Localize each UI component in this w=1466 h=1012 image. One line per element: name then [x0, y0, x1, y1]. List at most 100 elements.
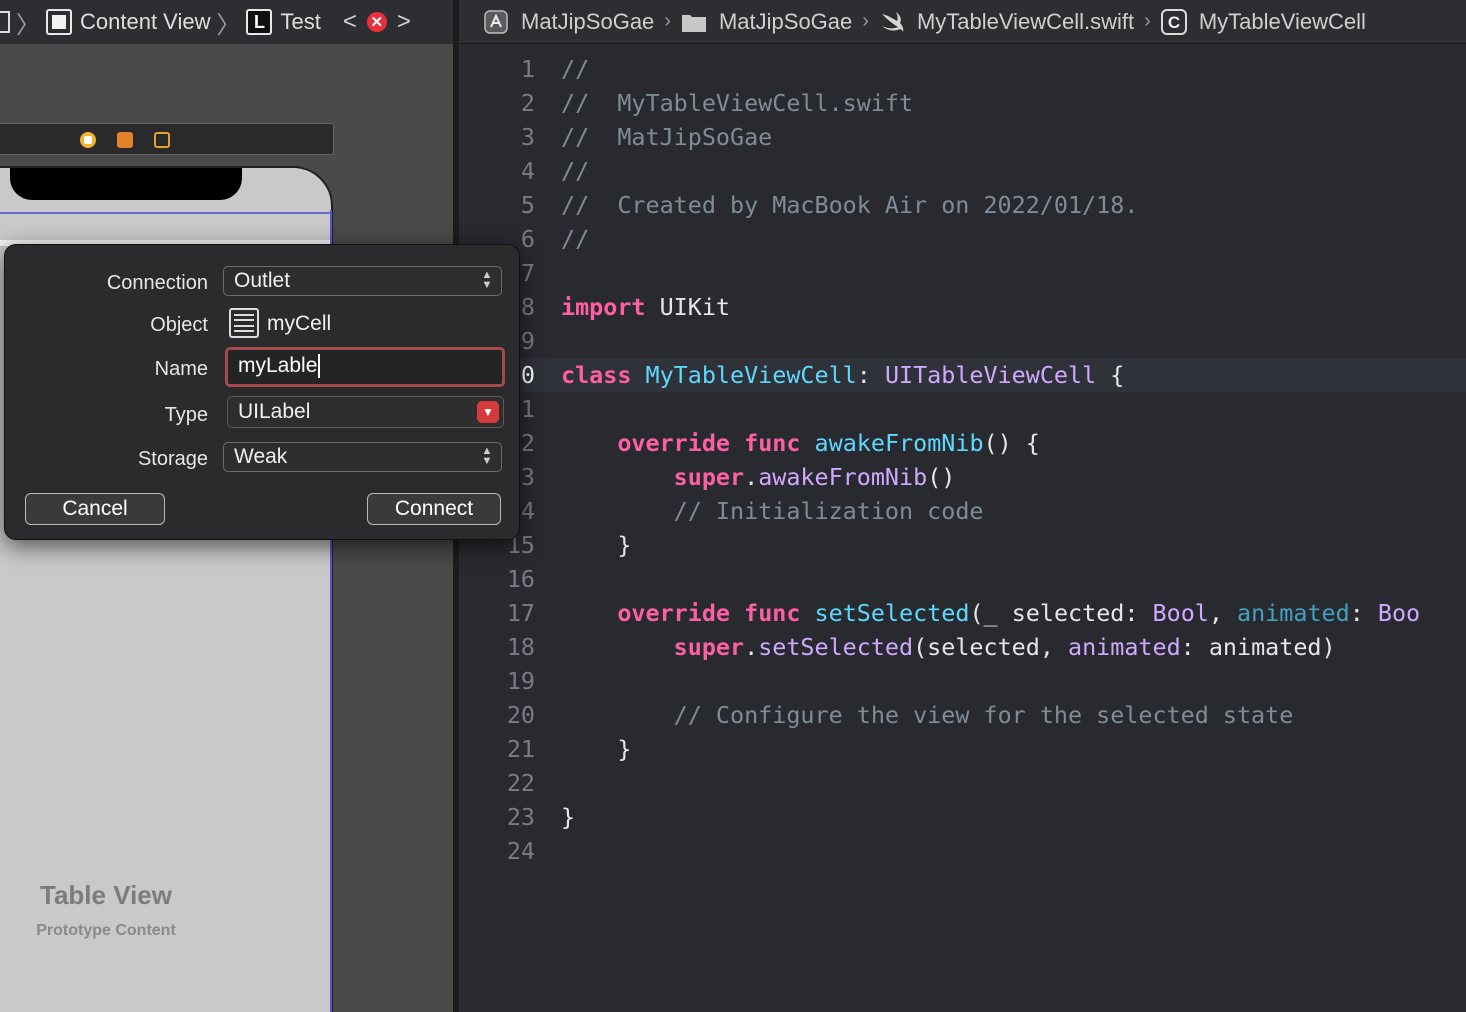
code-line[interactable]: 2 override func awakeFromNib() { [459, 426, 1466, 460]
object-label: Object [150, 314, 208, 336]
code-line[interactable]: 24 [459, 834, 1466, 868]
previous-issue-icon[interactable]: < [343, 8, 357, 36]
name-input[interactable]: myLable [225, 347, 505, 387]
safe-area-line [0, 212, 331, 214]
code-line[interactable]: 4 // [459, 154, 1466, 188]
jumpbar-item-file[interactable]: MyTableViewCell.swift [879, 9, 1134, 35]
chevron-down-icon[interactable]: ▼ [477, 401, 499, 423]
code-line[interactable]: 1 // [459, 52, 1466, 86]
connect-button[interactable]: Connect [367, 493, 501, 525]
editor-jump-bar: MatJipSoGae › MatJipSoGae › MyTableViewC… [459, 0, 1466, 44]
code-token: // [561, 157, 590, 185]
code-token: } [561, 735, 632, 763]
code-token: func [744, 599, 801, 627]
code-token: // MyTableViewCell.swift [561, 89, 914, 117]
code-line[interactable]: 8 import UIKit [459, 290, 1466, 324]
code-token: func [744, 429, 801, 457]
code-text: super.setSelected(selected, animated: an… [561, 630, 1336, 664]
view-icon [46, 9, 72, 35]
code-token: : [856, 361, 885, 389]
jumpbar-label: MyTableViewCell.swift [916, 8, 1135, 34]
jumpbar-item-class[interactable]: C MyTableViewCell [1160, 8, 1366, 35]
jumpbar-item-folder[interactable]: MatJipSoGae [681, 9, 852, 35]
code-line[interactable]: 2 // MyTableViewCell.swift [459, 86, 1466, 120]
code-token: . [744, 463, 759, 491]
code-token: } [561, 803, 576, 831]
code-line[interactable]: 17 override func setSelected(_ selected:… [459, 596, 1466, 630]
code-line[interactable]: 21 } [459, 732, 1466, 766]
line-number[interactable]: 23 [459, 800, 535, 834]
code-line[interactable]: 4 // Initialization code [459, 494, 1466, 528]
code-token: Bool [1152, 599, 1209, 627]
code-line[interactable]: 9 [459, 324, 1466, 358]
first-responder-icon[interactable] [117, 132, 133, 148]
code-text: // [561, 154, 589, 188]
line-number[interactable]: 24 [459, 834, 535, 868]
code-text: } [561, 528, 631, 562]
code-token: awakeFromNib [814, 429, 984, 457]
cancel-button[interactable]: Cancel [25, 493, 165, 525]
document-outline-icon[interactable] [0, 11, 10, 33]
code-line[interactable]: 19 [459, 664, 1466, 698]
line-number[interactable]: 1 [459, 52, 535, 86]
table-cell-icon [229, 308, 259, 338]
code-line[interactable]: 3 super.awakeFromNib() [459, 460, 1466, 494]
code-text: override func awakeFromNib() { [561, 426, 1040, 460]
next-issue-icon[interactable]: > [397, 8, 411, 36]
code-line[interactable]: 3 // MatJipSoGae [459, 120, 1466, 154]
type-combobox[interactable]: UILabel ▼ [227, 396, 504, 428]
code-line[interactable]: 1 [459, 392, 1466, 426]
code-line[interactable]: 22 [459, 766, 1466, 800]
breadcrumb-content-view[interactable]: Content View [80, 9, 210, 35]
source-code[interactable]: 1 // 2 // MyTableViewCell.swift 3 // MatJipSo… [459, 52, 1466, 868]
label-L-icon: L [246, 9, 273, 35]
code-token: animated [1068, 633, 1181, 661]
line-number[interactable]: 22 [459, 766, 535, 800]
code-text: } [561, 732, 631, 766]
breadcrumb-test[interactable]: Test [280, 9, 320, 35]
line-number[interactable]: 4 [459, 154, 535, 188]
line-number[interactable]: 20 [459, 698, 535, 732]
jumpbar-item-project[interactable]: MatJipSoGae [483, 9, 654, 35]
outlet-connection-popover: Connection Outlet ▲ ▼ Object myCell Name … [4, 244, 520, 540]
chevron-updown-icon: ▲ ▼ [481, 269, 493, 291]
code-line[interactable]: 20 // Configure the view for the selecte… [459, 698, 1466, 732]
code-token: animated [1237, 599, 1350, 627]
code-text: // [561, 52, 589, 86]
line-number[interactable]: 19 [459, 664, 535, 698]
line-number[interactable]: 17 [459, 596, 535, 630]
code-line[interactable]: 6// [459, 222, 1466, 256]
chevron-right-icon: › [664, 10, 671, 32]
type-label: Type [164, 404, 208, 426]
view-controller-icon[interactable] [80, 132, 96, 148]
line-number[interactable]: 5 [459, 188, 535, 222]
code-token: (selected, [913, 633, 1068, 661]
code-line[interactable]: 15 } [459, 528, 1466, 562]
code-line[interactable]: 0 class MyTableViewCell: UITableViewCell … [459, 358, 1466, 392]
code-line[interactable]: 5 // Created by MacBook Air on 2022/01/18… [459, 188, 1466, 222]
code-line[interactable]: 23} [459, 800, 1466, 834]
code-line[interactable]: 7 [459, 256, 1466, 290]
line-number[interactable]: 3 [459, 120, 535, 154]
connection-popup[interactable]: Outlet ▲ ▼ [223, 266, 502, 296]
line-number[interactable]: 2 [459, 86, 535, 120]
storage-popup[interactable]: Weak ▲ ▼ [223, 442, 502, 472]
line-number[interactable]: 16 [459, 562, 535, 596]
code-line[interactable]: 16 [459, 562, 1466, 596]
connection-label: Connection [106, 272, 208, 294]
code-token: setSelected [758, 633, 914, 661]
code-text: // MatJipSoGae [561, 120, 772, 154]
line-number[interactable]: 18 [459, 630, 535, 664]
jumpbar-label: MatJipSoGae [718, 8, 853, 34]
code-token: (_ selected: [969, 599, 1153, 627]
error-badge-icon[interactable]: ✕ [366, 12, 387, 32]
device-notch [10, 168, 242, 200]
code-line[interactable]: 18 super.setSelected(selected, animated:… [459, 630, 1466, 664]
exit-icon[interactable] [154, 132, 170, 148]
code-token: // [561, 55, 590, 83]
line-number[interactable]: 21 [459, 732, 535, 766]
